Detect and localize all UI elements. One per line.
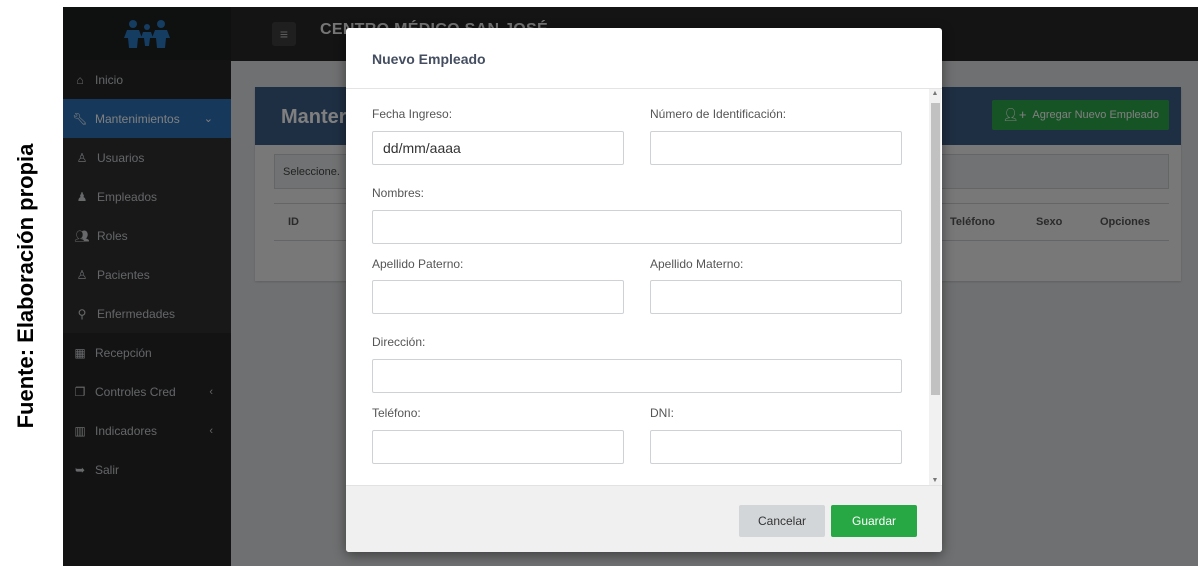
numero-identificacion-label: Número de Identificación: (650, 107, 787, 121)
modal-title: Nuevo Empleado (372, 51, 486, 67)
scroll-down-icon[interactable]: ▼ (930, 477, 940, 484)
nombres-field[interactable] (372, 210, 902, 244)
new-employee-modal: Nuevo Empleado Fecha Ingreso: dd/mm/aaaa… (346, 28, 942, 552)
nombres-label: Nombres: (372, 186, 425, 200)
modal-body: Fecha Ingreso: dd/mm/aaaa Número de Iden… (346, 89, 932, 485)
fecha-ingreso-placeholder: dd/mm/aaaa (383, 140, 461, 156)
apellido-paterno-label: Apellido Paterno: (372, 257, 464, 271)
apellido-materno-field[interactable] (650, 280, 902, 314)
fecha-ingreso-label: Fecha Ingreso: (372, 107, 453, 121)
save-button[interactable]: Guardar (831, 505, 917, 537)
figure-caption: Fuente: Elaboración propia (0, 0, 50, 566)
direccion-label: Dirección: (372, 335, 426, 349)
apellido-paterno-field[interactable] (372, 280, 624, 314)
cancel-label: Cancelar (757, 514, 807, 528)
telefono-field[interactable] (372, 430, 624, 464)
cancel-button[interactable]: Cancelar (739, 505, 825, 537)
telefono-label: Teléfono: (372, 406, 421, 420)
modal-footer: Cancelar Guardar (346, 485, 942, 552)
scroll-up-icon[interactable]: ▲ (930, 90, 940, 97)
scrollbar-thumb[interactable] (931, 103, 940, 395)
modal-scrollbar[interactable]: ▲ ▼ (929, 89, 941, 485)
direccion-field[interactable] (372, 359, 902, 393)
numero-identificacion-field[interactable] (650, 131, 902, 165)
dni-label: DNI: (650, 406, 674, 420)
dni-field[interactable] (650, 430, 902, 464)
caption-text: Fuente: Elaboración propia (13, 143, 38, 429)
apellido-materno-label: Apellido Materno: (650, 257, 744, 271)
fecha-ingreso-field[interactable]: dd/mm/aaaa (372, 131, 624, 165)
save-label: Guardar (851, 514, 897, 528)
